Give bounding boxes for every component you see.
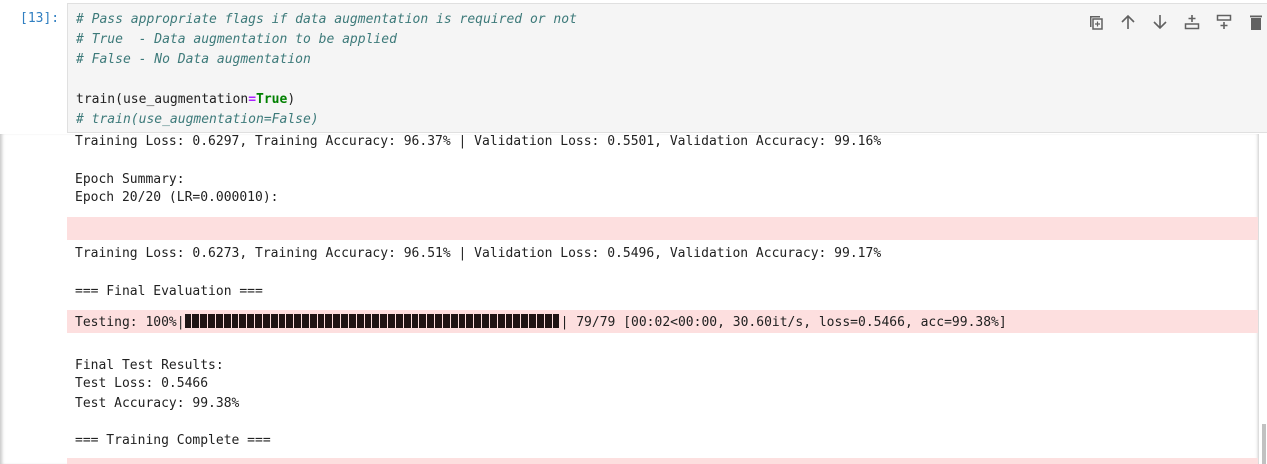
progress-bar-cell (536, 314, 544, 328)
output-line: Test Accuracy: 99.38% (75, 396, 240, 411)
progress-bar-cell (505, 314, 513, 328)
delete-cell-button[interactable] (1246, 12, 1266, 32)
progress-bar-cell (388, 314, 395, 328)
code-operator: = (248, 92, 257, 107)
progress-bar-cell (278, 314, 286, 328)
move-down-icon (1153, 15, 1167, 30)
progress-bar-cell (419, 314, 427, 328)
progress-bar (184, 314, 561, 328)
code-cell-editor[interactable]: # Pass appropriate flags if data augment… (67, 3, 1267, 133)
progress-bar-cell (223, 314, 231, 328)
output-line: Test Loss: 0.5466 (75, 376, 209, 391)
cell-prompt: [13]: (20, 11, 60, 26)
progress-bar-cell (442, 314, 450, 328)
progress-bar-cell (458, 314, 466, 328)
stderr-output-block (67, 458, 1258, 464)
output-line: === Final Evaluation === (75, 284, 263, 299)
progress-bar-cell (466, 314, 474, 328)
progress-bar-cell (325, 314, 333, 328)
progress-bar-cell (294, 314, 301, 328)
progress-bar-cell (317, 314, 325, 328)
output-scrollbar[interactable] (1259, 134, 1267, 464)
move-down-button[interactable] (1150, 12, 1170, 32)
output-line: Epoch Summary: (75, 172, 185, 187)
output-line: === Training Complete === (75, 433, 271, 448)
progress-bar-cell (286, 314, 294, 328)
stderr-output-block (67, 217, 1258, 240)
progress-bar-cell (231, 314, 239, 328)
progress-bar-cell (364, 314, 372, 328)
progress-bar-cell (552, 314, 560, 328)
code-content[interactable]: # Pass appropriate flags if data augment… (76, 10, 577, 130)
duplicate-cell-button[interactable] (1086, 12, 1106, 32)
output-line: Training Loss: 0.6273, Training Accuracy… (75, 246, 882, 261)
progress-bar-cell (184, 314, 192, 328)
progress-bar-cell (270, 314, 278, 328)
progress-bar-cell (380, 314, 388, 328)
progress-bar-cell (529, 314, 536, 328)
progress-bar-cell (192, 314, 200, 328)
progress-bar-cell (521, 314, 529, 328)
code-keyword: True (256, 92, 288, 107)
testing-progress-line: Testing: 100%| | 79/79 [00:02<00:00, 30.6… (75, 314, 1007, 332)
progress-bar-cell (427, 314, 435, 328)
code-call: train(use_augmentation (76, 92, 249, 107)
insert-above-icon (1184, 15, 1200, 30)
code-comment: # Pass appropriate flags if data augment… (76, 12, 577, 27)
progress-bar-cell (395, 314, 403, 328)
progress-bar-cell (403, 314, 411, 328)
code-comment: # train(use_augmentation=False) (76, 112, 319, 127)
progress-bar-cell (482, 314, 489, 328)
code-paren: ) (287, 92, 296, 107)
progress-bar-cell (333, 314, 341, 328)
move-up-icon (1121, 14, 1135, 29)
output-line: Epoch 20/20 (LR=0.000010): (75, 190, 279, 205)
progress-bar-cell (474, 314, 482, 328)
progress-bar-cell (247, 314, 255, 328)
progress-bar-cell (215, 314, 223, 328)
progress-bar-cell (356, 314, 364, 328)
progress-bar-cell (341, 314, 348, 328)
progress-prefix: Testing: 100%| (75, 315, 185, 330)
progress-bar-cell (200, 314, 208, 328)
move-up-button[interactable] (1118, 12, 1138, 32)
insert-above-button[interactable] (1182, 12, 1202, 32)
progress-suffix: | 79/79 [00:02<00:00, 30.60it/s, loss=0.… (560, 315, 1007, 330)
duplicate-icon (1090, 16, 1103, 30)
progress-bar-cell (262, 314, 270, 328)
scrollbar-thumb[interactable] (1262, 424, 1266, 464)
insert-below-icon (1216, 14, 1232, 29)
progress-bar-cell (255, 314, 262, 328)
progress-bar-cell (513, 314, 521, 328)
code-comment: # False - No Data augmentation (76, 52, 311, 67)
progress-bar-cell (450, 314, 458, 328)
cell-output-area[interactable]: Training Loss: 0.6297, Training Accuracy… (0, 134, 1260, 464)
progress-bar-cell (544, 314, 552, 328)
progress-bar-cell (489, 314, 497, 328)
output-line: Final Test Results: (75, 358, 224, 373)
progress-bar-cell (372, 314, 380, 328)
cell-toolbar (1086, 12, 1266, 32)
progress-bar-cell (497, 314, 505, 328)
progress-bar-cell (435, 314, 442, 328)
progress-bar-cell (309, 314, 317, 328)
progress-bar-cell (239, 314, 247, 328)
output-line: Training Loss: 0.6297, Training Accuracy… (75, 134, 882, 149)
code-comment: # True - Data augmentation to be applied (76, 32, 397, 47)
progress-bar-cell (411, 314, 419, 328)
progress-bar-cell (208, 314, 215, 328)
delete-icon (1250, 15, 1262, 30)
progress-bar-cell (348, 314, 356, 328)
insert-below-button[interactable] (1214, 12, 1234, 32)
progress-bar-cell (302, 314, 309, 328)
